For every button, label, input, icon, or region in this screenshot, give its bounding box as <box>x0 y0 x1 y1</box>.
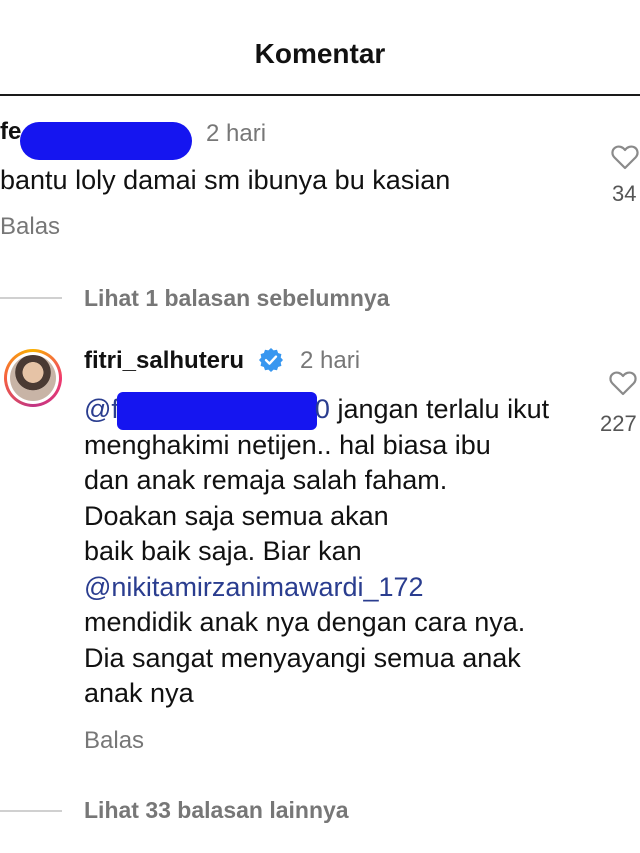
like-count: 34 <box>612 181 637 206</box>
reply-line: dan anak remaja salah faham. <box>84 465 448 495</box>
reply-text: @f 0 jangan terlalu ikut menghakimi netij… <box>84 392 604 712</box>
avatar-photo <box>10 355 56 401</box>
verified-badge-icon <box>258 347 284 373</box>
reply-line: Doakan saja semua akan <box>84 500 389 531</box>
heart-outline-icon[interactable] <box>611 144 639 170</box>
comment-username[interactable]: fe <box>0 118 21 146</box>
heart-outline-icon[interactable] <box>609 370 637 396</box>
header-bar: Komentar <box>0 0 640 96</box>
reply-timestamp: 2 hari <box>300 347 361 374</box>
mention-link[interactable]: @nikitamirzanimawardi_172 <box>84 570 604 606</box>
like-count: 227 <box>600 411 637 436</box>
reply-line: menghakimi netijen.. hal biasa ibu <box>84 429 491 460</box>
reply-line: baik baik saja. Biar kan <box>84 536 362 566</box>
view-previous-replies-button[interactable]: Lihat 1 balasan sebelumnya <box>84 285 390 312</box>
comment-text: bantu loly damai sm ibunya bu kasian <box>0 165 451 195</box>
reply-line: anak nya <box>84 678 194 708</box>
comment-item: fe 2 hari bantu loly damai sm ibunya bu … <box>0 110 640 250</box>
avatar[interactable] <box>4 349 62 407</box>
mention-link[interactable]: @f <box>84 394 119 424</box>
reply-username[interactable]: fitri_salhuteru <box>84 347 244 375</box>
reply-button[interactable]: Balas <box>0 213 60 241</box>
reply-line: mendidik anak nya dengan cara nya. <box>84 607 526 637</box>
reply-line: Dia sangat menyayangi semua anak <box>84 642 521 673</box>
redaction-mark <box>116 392 317 430</box>
page-title: Komentar <box>254 38 386 69</box>
redaction-mark <box>20 122 192 160</box>
mention-link-end[interactable]: 0 <box>315 394 330 424</box>
thread-divider <box>0 810 62 812</box>
view-more-replies-button[interactable]: Lihat 33 balasan lainnya <box>84 797 349 824</box>
comment-timestamp: 2 hari <box>206 120 267 147</box>
thread-divider <box>0 297 62 299</box>
reply-button[interactable]: Balas <box>84 727 144 755</box>
